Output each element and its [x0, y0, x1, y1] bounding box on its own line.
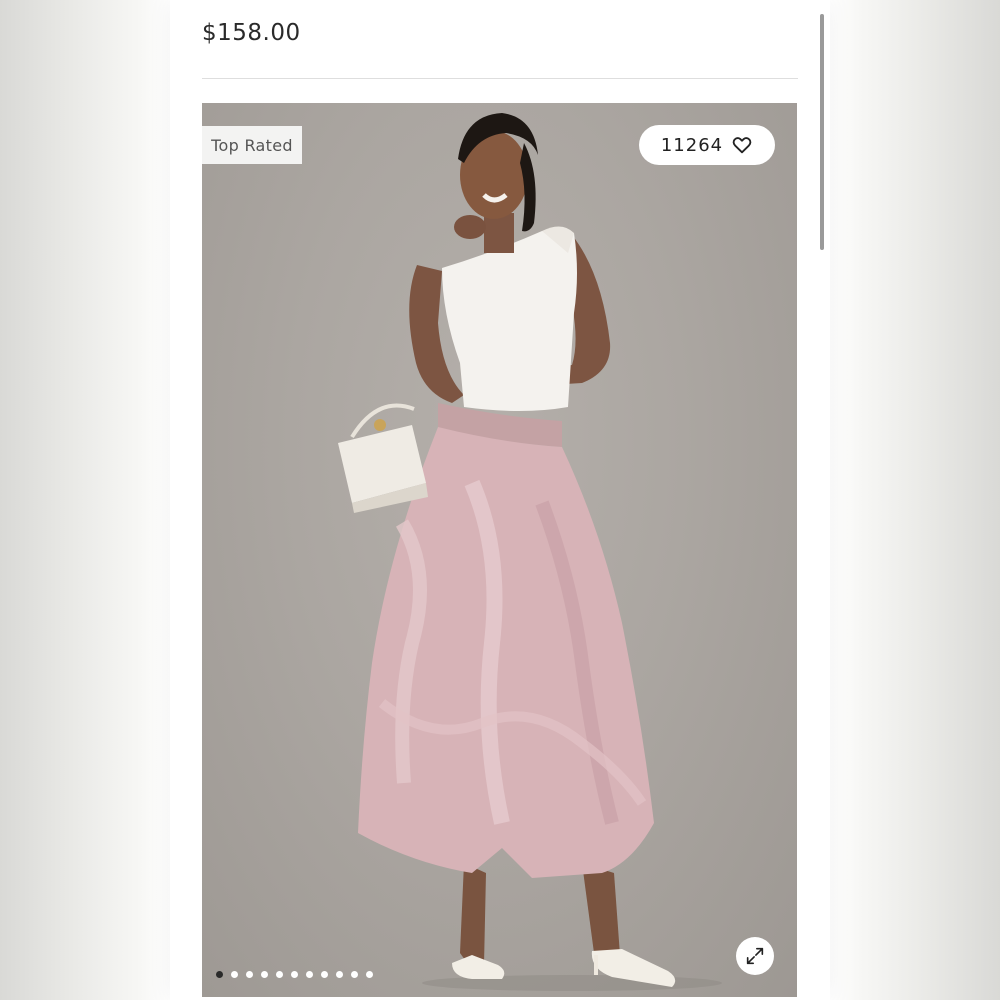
expand-arrows-icon: [746, 947, 764, 965]
slide-dot[interactable]: [216, 971, 223, 978]
product-page: $158.00 Top Rated 11264: [170, 0, 830, 1000]
slide-dot[interactable]: [246, 971, 253, 978]
divider: [202, 78, 798, 79]
slide-dot[interactable]: [366, 971, 373, 978]
slide-dot[interactable]: [351, 971, 358, 978]
product-price: $158.00: [202, 20, 301, 46]
product-image-gallery[interactable]: Top Rated 11264: [202, 103, 797, 997]
slide-dot[interactable]: [261, 971, 268, 978]
slide-dot[interactable]: [291, 971, 298, 978]
favorite-button[interactable]: 11264: [639, 125, 775, 165]
slide-dot[interactable]: [276, 971, 283, 978]
expand-image-button[interactable]: [736, 937, 774, 975]
favorite-count: 11264: [660, 134, 724, 156]
product-photo: [338, 113, 722, 991]
top-rated-badge: Top Rated: [202, 126, 302, 164]
scrollbar[interactable]: [820, 14, 824, 250]
slide-dot[interactable]: [306, 971, 313, 978]
heart-outline-icon: [732, 137, 752, 154]
slide-dot[interactable]: [231, 971, 238, 978]
slide-dot[interactable]: [336, 971, 343, 978]
slide-dot[interactable]: [321, 971, 328, 978]
slide-indicator: [216, 971, 373, 978]
